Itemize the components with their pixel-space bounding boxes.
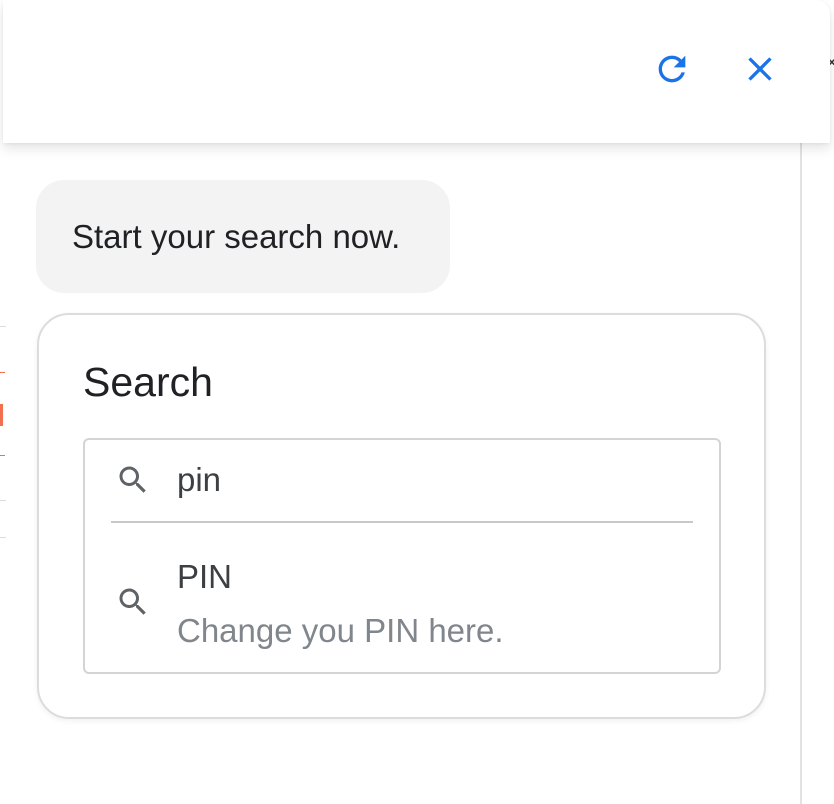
search-box: PIN Change you PIN here. (83, 438, 721, 674)
background-divider (0, 500, 6, 501)
search-card-title: Search (83, 359, 213, 405)
search-divider (111, 521, 693, 523)
close-icon (740, 49, 780, 94)
chat-widget-page: × Start your search now. Search pin PIN … (0, 0, 834, 804)
widget-header (3, 0, 830, 143)
search-icon (115, 462, 151, 498)
search-result-title: PIN (177, 558, 233, 595)
bot-message-bubble: Start your search now. (36, 180, 450, 293)
search-card: Search PIN Change you PIN here. (37, 313, 766, 719)
search-icon (115, 584, 151, 620)
refresh-button[interactable] (649, 48, 695, 94)
search-result-item[interactable]: PIN Change you PIN here. (85, 540, 719, 660)
search-result-description: Change you PIN here. (177, 612, 504, 649)
search-input-row (85, 440, 719, 522)
background-accent-bar (0, 404, 3, 426)
bot-message-text: Start your search now. (72, 217, 401, 255)
background-divider (0, 326, 6, 327)
search-input[interactable] (177, 456, 677, 504)
background-divider (0, 537, 6, 538)
close-button[interactable] (737, 48, 783, 94)
panel-right-border (800, 140, 802, 804)
refresh-icon (652, 49, 692, 94)
